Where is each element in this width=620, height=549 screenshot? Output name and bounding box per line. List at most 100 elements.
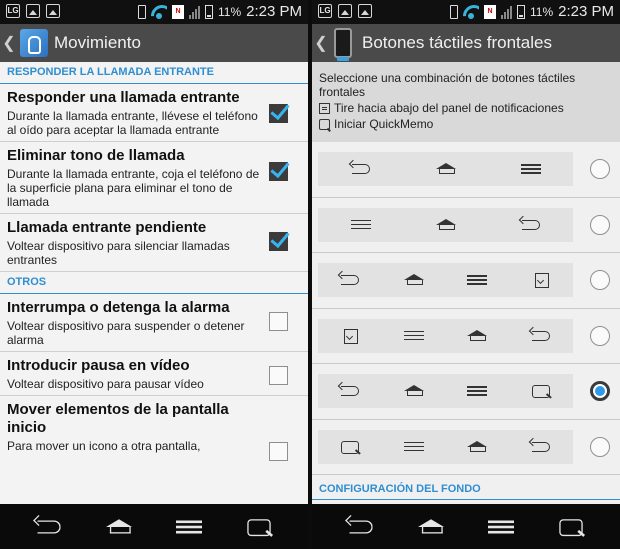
combination-radio[interactable]	[590, 159, 610, 179]
gallery-notification-icon	[338, 4, 352, 18]
settings-list[interactable]: RESPONDER LA LLAMADA ENTRANTE Responder …	[0, 62, 308, 504]
setting-title: Responder una llamada entrante	[7, 89, 240, 106]
home-icon	[401, 383, 427, 399]
chevron-left-icon[interactable]: ❮	[314, 33, 328, 53]
status-bar: LG N 11% 2:23 PM	[0, 0, 308, 24]
back-icon[interactable]	[32, 516, 66, 537]
move-home-items-checkbox[interactable]	[269, 442, 288, 461]
menu-icon	[348, 217, 374, 233]
legend-quickmemo: Iniciar QuickMemo	[334, 117, 434, 131]
gallery-notification-icon	[26, 4, 40, 18]
vibrate-icon	[137, 4, 146, 19]
quickmemo-icon	[528, 383, 554, 399]
clock: 2:23 PM	[246, 3, 302, 20]
pending-call-checkbox[interactable]	[269, 232, 288, 251]
menu-icon[interactable]	[172, 516, 206, 537]
section-header-incoming-call: RESPONDER LA LLAMADA ENTRANTE	[0, 62, 308, 84]
setting-pause-video[interactable]: Introducir pausa en vídeo Voltear dispos…	[0, 352, 308, 396]
back-icon	[337, 383, 363, 399]
combination-radio[interactable]	[590, 214, 610, 235]
setting-move-home-items[interactable]: Mover elementos de la pantalla inicio Pa…	[0, 396, 308, 461]
chevron-left-icon[interactable]: ❮	[2, 33, 16, 53]
menu-icon	[401, 328, 427, 344]
menu-icon	[518, 161, 544, 177]
back-icon	[348, 161, 374, 177]
home-icon	[433, 161, 459, 177]
action-bar[interactable]: ❮ Botones táctiles frontales	[312, 24, 620, 62]
menu-icon	[401, 439, 427, 455]
setting-summary: Voltear dispositivo para pausar vídeo	[7, 377, 204, 391]
back-icon	[528, 439, 554, 455]
button-combination-option[interactable]	[312, 253, 620, 309]
combination-radio[interactable]	[590, 381, 610, 401]
setting-answer-call[interactable]: Responder una llamada entrante Durante l…	[0, 84, 308, 142]
home-icon	[464, 328, 490, 344]
legend-notifications: Tire hacia abajo del panel de notificaci…	[334, 101, 564, 115]
setting-title: Interrumpa o detenga la alarma	[7, 299, 230, 316]
home-icon	[401, 272, 427, 288]
action-bar[interactable]: ❮ Movimiento	[0, 24, 308, 62]
button-combination-preview	[318, 207, 573, 242]
setting-stop-alarm[interactable]: Interrumpa o detenga la alarma Voltear d…	[0, 294, 308, 352]
battery-icon	[516, 4, 525, 19]
setting-summary: Durante la llamada entrante, llévese el …	[7, 109, 258, 137]
button-combination-option[interactable]	[312, 364, 620, 420]
quickmemo-icon[interactable]	[242, 516, 276, 537]
button-combination-preview	[318, 152, 573, 186]
button-combination-option[interactable]	[312, 142, 620, 198]
back-icon	[518, 217, 544, 233]
stop-alarm-checkbox[interactable]	[269, 312, 288, 331]
home-icon	[464, 439, 490, 455]
button-combination-option[interactable]	[312, 420, 620, 475]
button-combination-preview	[318, 318, 573, 353]
nfc-icon: N	[483, 4, 496, 19]
notification-icon	[528, 272, 554, 288]
movimiento-screen: LG N 11% 2:23 PM ❮ Movimiento RESPONDER …	[0, 0, 308, 549]
setting-pending-call[interactable]: Llamada entrante pendiente Voltear dispo…	[0, 214, 308, 272]
button-combination-option[interactable]	[312, 198, 620, 253]
image-notification-icon	[46, 4, 60, 18]
combination-radio[interactable]	[590, 325, 610, 346]
setting-title: Llamada entrante pendiente	[7, 219, 207, 236]
button-combination-list[interactable]	[312, 142, 620, 475]
setting-summary: Para mover un icono a otra pantalla,	[7, 439, 201, 453]
answer-call-checkbox[interactable]	[269, 104, 288, 123]
image-notification-icon	[358, 4, 372, 18]
notification-panel-icon	[319, 102, 330, 114]
nfc-icon: N	[171, 4, 184, 19]
back-icon[interactable]	[344, 516, 378, 537]
home-icon[interactable]	[102, 516, 136, 537]
quickmemo-icon[interactable]	[554, 516, 588, 537]
home-icon[interactable]	[414, 516, 448, 537]
combination-radio[interactable]	[590, 436, 610, 457]
vibrate-icon	[449, 4, 458, 19]
navigation-bar	[0, 504, 308, 549]
back-icon	[528, 328, 554, 344]
instruction-text: Seleccione una combinación de botones tá…	[319, 71, 576, 99]
button-combination-option[interactable]	[312, 309, 620, 364]
quickmemo-icon	[337, 439, 363, 455]
pause-video-checkbox[interactable]	[269, 366, 288, 385]
setting-title: Eliminar tono de llamada	[7, 147, 185, 164]
lg-app-icon: LG	[6, 4, 20, 18]
page-title: Movimiento	[54, 33, 141, 52]
setting-mute-ringtone[interactable]: Eliminar tono de llamada Durante la llam…	[0, 142, 308, 214]
instruction-box: Seleccione una combinación de botones tá…	[312, 62, 620, 142]
combination-radio[interactable]	[590, 270, 610, 290]
menu-icon	[464, 383, 490, 399]
menu-icon	[464, 272, 490, 288]
section-header-other: OTROS	[0, 272, 308, 294]
notification-icon	[337, 328, 363, 344]
battery-percent: 11%	[217, 4, 242, 19]
menu-icon[interactable]	[484, 516, 518, 537]
setting-summary: Durante la llamada entrante, coja el tel…	[7, 167, 260, 209]
phone-buttons-icon	[334, 28, 352, 61]
setting-summary: Voltear dispositivo para silenciar llama…	[7, 239, 230, 267]
setting-summary: Voltear dispositivo para suspender o det…	[7, 319, 245, 347]
setting-title: Introducir pausa en vídeo	[7, 357, 190, 374]
mute-ringtone-checkbox[interactable]	[269, 162, 288, 181]
signal-icon	[188, 5, 200, 19]
home-icon	[433, 217, 459, 233]
status-bar: LG N 11% 2:23 PM	[312, 0, 620, 24]
page-title: Botones táctiles frontales	[362, 33, 552, 52]
